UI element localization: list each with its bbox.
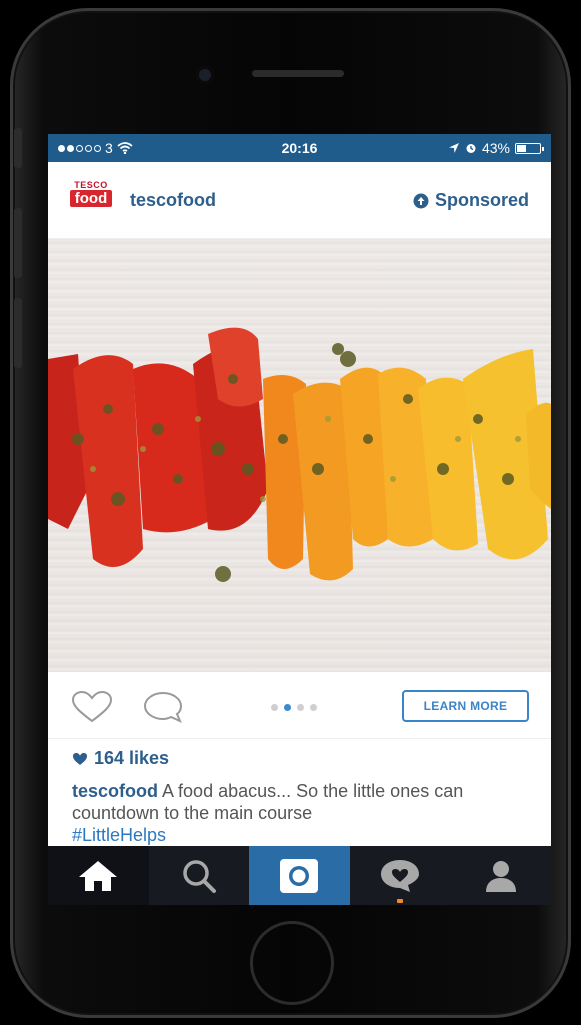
comment-icon[interactable] <box>142 690 184 724</box>
post-actions: LEARN MORE <box>48 672 551 739</box>
carousel-dot <box>310 704 317 711</box>
camera-icon <box>280 858 319 893</box>
status-bar: 3 20:16 43% <box>48 134 551 162</box>
sponsored-label[interactable]: Sponsored <box>413 190 529 211</box>
earpiece-speaker <box>252 70 344 77</box>
tab-activity[interactable] <box>350 846 451 905</box>
battery-percent: 43% <box>481 140 510 156</box>
tab-home[interactable] <box>48 846 149 905</box>
location-icon <box>448 143 459 153</box>
likes-count[interactable]: 164 likes <box>72 748 169 769</box>
tab-camera[interactable] <box>249 846 350 905</box>
alarm-icon <box>466 144 476 153</box>
search-icon <box>183 859 216 893</box>
grilled-peppers-photo <box>48 239 551 672</box>
carousel-dot <box>297 704 304 711</box>
logo-bottom-text: food <box>70 190 112 207</box>
sponsored-icon <box>413 193 429 208</box>
phone-screen: 3 20:16 43% TESCO food tescofood Sponsor… <box>48 134 551 905</box>
caption-username[interactable]: tescofood <box>72 781 158 801</box>
carousel-dot-active <box>284 704 291 711</box>
likes-text: 164 likes <box>94 748 170 768</box>
tab-search[interactable] <box>149 846 250 905</box>
status-right: 43% <box>448 140 544 156</box>
carousel-dot <box>271 704 278 711</box>
battery-fill <box>517 144 526 152</box>
profile-icon <box>485 860 516 892</box>
learn-more-button[interactable]: LEARN MORE <box>402 690 529 722</box>
logo-top-text: TESCO <box>74 180 108 190</box>
post-caption: tescofood A food abacus... So the little… <box>72 780 542 846</box>
post-header: TESCO food tescofood Sponsored <box>48 162 551 239</box>
carousel-indicator <box>271 704 317 711</box>
tesco-food-logo[interactable]: TESCO food <box>70 180 112 222</box>
volume-up-button <box>14 208 22 278</box>
front-camera <box>196 66 214 84</box>
home-button[interactable] <box>250 921 334 1005</box>
battery-icon <box>515 142 544 154</box>
caption-hashtag[interactable]: #LittleHelps <box>72 825 166 845</box>
tab-profile[interactable] <box>450 846 551 905</box>
activity-notification-dot <box>397 899 404 903</box>
sponsored-text: Sponsored <box>434 190 529 210</box>
post-username[interactable]: tescofood <box>130 190 216 211</box>
home-icon <box>79 860 118 891</box>
tab-bar <box>48 846 551 905</box>
activity-icon <box>381 859 420 892</box>
heart-icon[interactable] <box>70 690 114 724</box>
volume-down-button <box>14 298 22 368</box>
mute-switch <box>14 128 22 168</box>
likes-heart-icon <box>73 752 87 765</box>
post-image[interactable] <box>48 239 551 672</box>
